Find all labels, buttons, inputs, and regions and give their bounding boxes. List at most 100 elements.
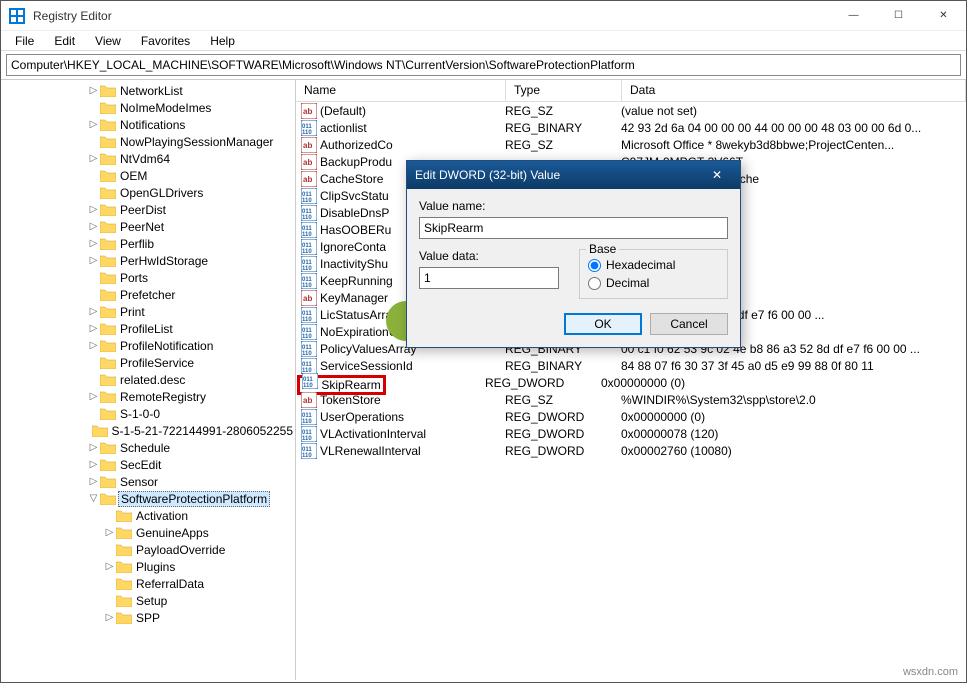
tree-item[interactable]: ▷ ProfileList [1,320,295,337]
tree-item[interactable]: OEM [1,167,295,184]
expand-icon[interactable]: ▷ [87,255,100,266]
expand-icon[interactable]: ▷ [103,612,116,623]
value-row[interactable]: 011110 VLActivationInterval REG_DWORD 0x… [296,425,966,442]
value-row[interactable]: ab TokenStore REG_SZ %WINDIR%\System32\s… [296,391,966,408]
tree-item[interactable]: ▷ SecEdit [1,456,295,473]
tree-item[interactable]: ▷ Notifications [1,116,295,133]
value-data: 0x00000000 (0) [601,376,966,390]
expand-icon[interactable]: ▷ [87,221,100,232]
tree-item[interactable]: ▷ ProfileNotification [1,337,295,354]
value-row[interactable]: ab AuthorizedCo REG_SZ Microsoft Office … [296,136,966,153]
tree-item[interactable]: ▷ RemoteRegistry [1,388,295,405]
tree-item[interactable]: ▷ Plugins [1,558,295,575]
tree-item-label: NtVdm64 [118,152,172,166]
value-row[interactable]: ab (Default) REG_SZ (value not set) [296,102,966,119]
tree-item[interactable]: ▷ Perflib [1,235,295,252]
menu-file[interactable]: File [7,32,42,50]
expand-icon[interactable]: ▷ [87,476,100,487]
tree-item[interactable]: Activation [1,507,295,524]
tree-item[interactable]: Ports [1,269,295,286]
tree-item[interactable]: Prefetcher [1,286,295,303]
value-icon: 011110 [300,409,318,425]
expand-icon[interactable]: ▷ [87,85,100,96]
expand-icon[interactable]: ▽ [87,493,100,504]
tree-item[interactable]: ▷ PeerDist [1,201,295,218]
folder-icon [92,424,108,437]
ok-button[interactable]: OK [564,313,642,335]
tree-item[interactable]: NoImeModeImes [1,99,295,116]
expand-icon[interactable]: ▷ [87,204,100,215]
tree-item-label: ProfileNotification [118,339,215,353]
dec-label: Decimal [606,276,649,290]
menu-view[interactable]: View [87,32,129,50]
tree-item[interactable]: ReferralData [1,575,295,592]
cancel-button[interactable]: Cancel [650,313,728,335]
expand-icon[interactable]: ▷ [103,527,116,538]
menu-help[interactable]: Help [202,32,243,50]
column-type[interactable]: Type [506,80,622,101]
svg-text:110: 110 [302,351,312,357]
maximize-button[interactable]: ☐ [876,1,921,31]
value-row[interactable]: 011110 ServiceSessionId REG_BINARY 84 88… [296,357,966,374]
expand-icon[interactable]: ▷ [87,391,100,402]
expand-icon[interactable]: ▷ [87,306,100,317]
tree-item[interactable]: ▷ NetworkList [1,82,295,99]
expand-icon[interactable]: ▷ [87,238,100,249]
value-row[interactable]: 011110 VLRenewalInterval REG_DWORD 0x000… [296,442,966,459]
svg-text:110: 110 [302,419,312,425]
folder-icon [100,186,116,199]
column-data[interactable]: Data [622,80,966,101]
value-name: ServiceSessionId [320,359,505,373]
tree-item[interactable]: S-1-0-0 [1,405,295,422]
tree-item[interactable]: ▽ SoftwareProtectionPlatform [1,490,295,507]
expand-icon[interactable]: ▷ [87,323,100,334]
value-icon: 011110 [300,426,318,442]
hex-radio[interactable] [588,259,601,272]
tree-item[interactable]: ▷ PerHwIdStorage [1,252,295,269]
tree-item[interactable]: NowPlayingSessionManager [1,133,295,150]
svg-text:ab: ab [303,396,312,405]
menu-edit[interactable]: Edit [46,32,83,50]
value-icon: ab [300,137,318,153]
tree-item[interactable]: OpenGLDrivers [1,184,295,201]
value-data-input[interactable] [419,267,559,289]
minimize-button[interactable]: — [831,1,876,31]
value-row[interactable]: 011110 UserOperations REG_DWORD 0x000000… [296,408,966,425]
tree-item[interactable]: ▷ SPP [1,609,295,626]
column-name[interactable]: Name [296,80,506,101]
tree-item[interactable]: related.desc [1,371,295,388]
folder-icon [100,169,116,182]
expand-icon[interactable]: ▷ [87,442,100,453]
value-name-input[interactable] [419,217,728,239]
expand-icon[interactable]: ▷ [87,153,100,164]
tree-item[interactable]: ▷ GenuineApps [1,524,295,541]
tree-item[interactable]: ▷ PeerNet [1,218,295,235]
expand-icon[interactable]: ▷ [87,340,100,351]
value-row[interactable]: 011110 SkipRearm REG_DWORD 0x00000000 (0… [296,374,966,391]
values-header: Name Type Data [296,80,966,102]
tree-item[interactable]: ▷ NtVdm64 [1,150,295,167]
dialog-close-button[interactable]: ✕ [702,164,732,186]
folder-icon [100,458,116,471]
tree-item[interactable]: ▷ Print [1,303,295,320]
tree-item[interactable]: ▷ Sensor [1,473,295,490]
dec-radio[interactable] [588,277,601,290]
expand-icon[interactable]: ▷ [87,459,100,470]
expand-icon[interactable]: ▷ [87,119,100,130]
tree-item[interactable]: ▷ Schedule [1,439,295,456]
tree-item[interactable]: ProfileService [1,354,295,371]
menu-favorites[interactable]: Favorites [133,32,198,50]
svg-text:110: 110 [302,436,312,442]
dialog-titlebar[interactable]: Edit DWORD (32-bit) Value ✕ [407,161,740,189]
expand-icon[interactable]: ▷ [103,561,116,572]
window-titlebar: Registry Editor — ☐ ✕ [1,1,966,31]
close-button[interactable]: ✕ [921,1,966,31]
value-row[interactable]: 011110 actionlist REG_BINARY 42 93 2d 6a… [296,119,966,136]
tree-item[interactable]: Setup [1,592,295,609]
tree-item[interactable]: S-1-5-21-722144991-2806052255 [1,422,295,439]
address-bar[interactable]: Computer\HKEY_LOCAL_MACHINE\SOFTWARE\Mic… [6,54,961,76]
value-data-label: Value data: [419,249,559,263]
registry-tree[interactable]: ▷ NetworkList NoImeModeImes ▷ Notificati… [1,80,296,680]
tree-item[interactable]: PayloadOverride [1,541,295,558]
value-icon: 011110 [300,443,318,459]
